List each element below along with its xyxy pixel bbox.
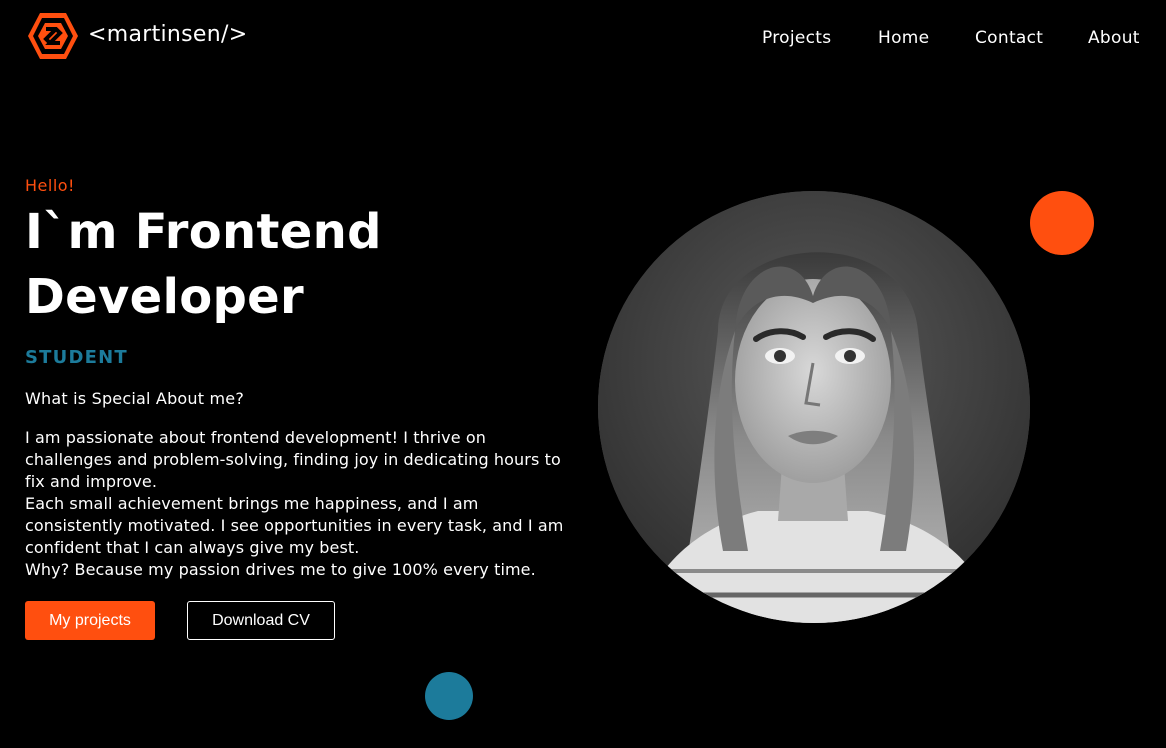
nav-projects-link[interactable]: Projects <box>762 28 831 48</box>
hero-title-line1: I`m Frontend <box>25 204 382 260</box>
decorative-teal-circle <box>425 672 473 720</box>
my-projects-button[interactable]: My projects <box>25 601 155 640</box>
bio-paragraph-3: Why? Because my passion drives me to giv… <box>25 560 536 579</box>
profile-photo <box>598 191 1030 623</box>
nav-about-link[interactable]: About <box>1088 28 1140 48</box>
nav-contact-link[interactable]: Contact <box>975 28 1043 48</box>
nav-home-link[interactable]: Home <box>878 28 929 48</box>
bio-paragraph-1: I am passionate about frontend developme… <box>25 428 561 491</box>
hero-question: What is Special About me? <box>25 389 245 408</box>
site-header: <martinsen/> Projects Home Contact About <box>0 0 1166 76</box>
decorative-orange-circle <box>1030 191 1094 255</box>
hero-title-line2: Developer <box>25 269 304 325</box>
hexagon-logo-icon[interactable] <box>28 12 78 60</box>
bio-paragraph-2: Each small achievement brings me happine… <box>25 494 564 557</box>
hero-title: I`m Frontend Developer <box>25 200 485 330</box>
hero-greeting: Hello! <box>25 176 75 195</box>
hero-role: STUDENT <box>25 347 128 368</box>
download-cv-button[interactable]: Download CV <box>187 601 335 640</box>
brand-name[interactable]: <martinsen/> <box>88 22 247 47</box>
hero-bio: I am passionate about frontend developme… <box>25 427 570 581</box>
